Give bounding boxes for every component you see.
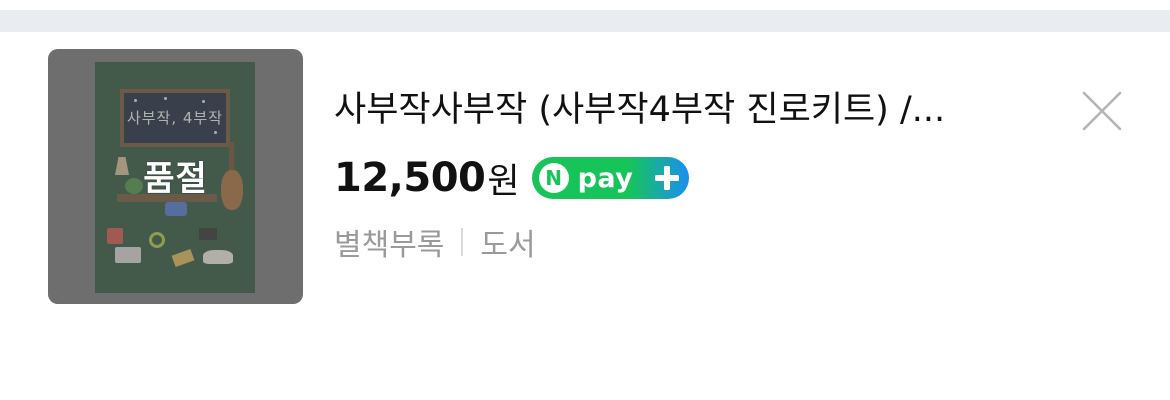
price-currency: 원 — [487, 161, 520, 202]
product-meta: 별책부록 도서 — [334, 220, 536, 264]
top-band — [0, 0, 1170, 10]
npay-label: pay — [577, 162, 634, 194]
npay-badge: N pay — [531, 157, 689, 199]
product-title[interactable]: 사부작사부작 (사부작4부작 진로키트) /... — [334, 87, 1079, 133]
meta-divider — [461, 228, 464, 256]
product-price: 12,500 — [334, 155, 486, 201]
seller-name[interactable]: 별책부록 — [334, 220, 444, 264]
plus-icon — [654, 166, 679, 190]
npay-n-icon: N — [538, 163, 569, 193]
price-row: 12,500 원 N pay — [334, 153, 689, 203]
top-divider-strip — [0, 10, 1170, 32]
close-icon[interactable] — [1080, 89, 1124, 133]
product-category: 도서 — [480, 228, 536, 263]
product-thumbnail[interactable]: 사부작, 4부작 품절 — [48, 49, 303, 304]
soldout-label: 품절 — [143, 159, 208, 199]
